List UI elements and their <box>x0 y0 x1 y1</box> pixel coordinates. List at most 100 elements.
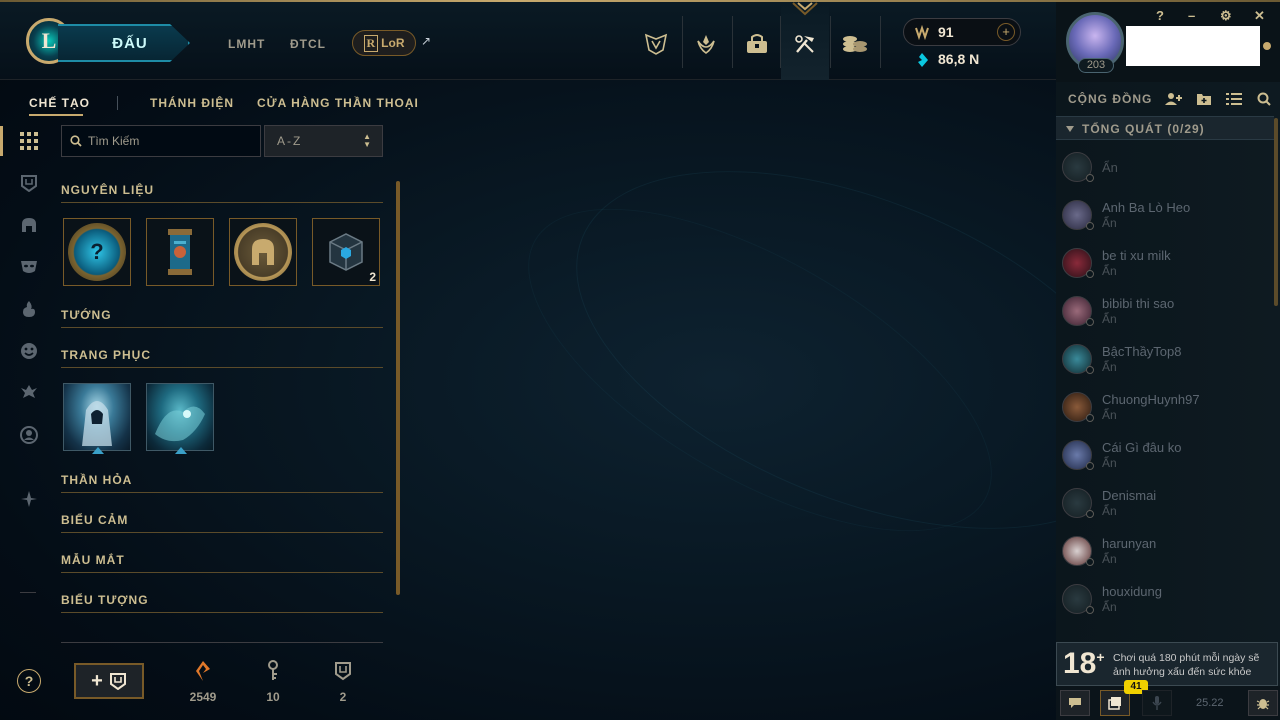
list-icon[interactable] <box>1224 90 1244 108</box>
loot-subnav: CHẾ TẠO THÁNH ĐIỆN CỬA HÀNG THẦN THOẠI <box>0 82 1056 122</box>
friend-status: Ẩn <box>1102 264 1117 278</box>
loot-tile-mystery[interactable]: ? <box>63 218 131 286</box>
profile-knob-icon <box>1263 42 1271 50</box>
store-icon[interactable] <box>835 24 875 64</box>
toolbar-separator <box>732 16 733 68</box>
search-box[interactable] <box>61 125 261 157</box>
friend-row[interactable]: bibibi thi sao Ẩn <box>1056 288 1268 336</box>
toolbar-separator <box>682 16 683 68</box>
friend-row[interactable]: harunyan Ẩn <box>1056 528 1268 576</box>
worlds-icon[interactable] <box>636 24 676 64</box>
settings-gear-icon[interactable]: ⚙ <box>1220 8 1232 24</box>
plus-label: + <box>91 669 103 692</box>
microphone-icon[interactable] <box>1142 690 1172 716</box>
minimize-button[interactable]: – <box>1188 8 1195 23</box>
social-search-icon[interactable] <box>1254 90 1274 108</box>
friend-group-general[interactable]: TỔNG QUÁT (0/29) <box>1056 116 1274 140</box>
friend-name: BậcThầyTop8 <box>1102 344 1182 359</box>
ranked-icon[interactable] <box>686 24 726 64</box>
nav-lmht[interactable]: LMHT <box>228 37 265 51</box>
friend-row[interactable]: Cái Gì đâu ko Ẩn <box>1056 432 1268 480</box>
chest-icon[interactable] <box>14 168 44 198</box>
friend-status: Ẩn <box>1102 600 1117 614</box>
skin-shard-1[interactable] <box>63 383 131 454</box>
mask-icon[interactable] <box>14 252 44 282</box>
section-champions[interactable]: TƯỚNG <box>61 308 383 328</box>
section-skins[interactable]: TRANG PHỤC <box>61 348 383 368</box>
loot-tile-helmet-token[interactable] <box>229 218 297 286</box>
collection-icon[interactable] <box>737 24 777 64</box>
toolbar-separator <box>830 16 831 68</box>
age-warning-text: Chơi quá 180 phút mỗi ngày sẽ ảnh hưởng … <box>1113 652 1260 678</box>
friend-row[interactable]: Ẩn <box>1056 144 1268 192</box>
loot-scrollbar[interactable] <box>396 181 400 595</box>
hooded-figure-art <box>82 401 112 446</box>
search-icon <box>70 135 82 147</box>
friend-name: harunyan <box>1102 536 1157 551</box>
shard-marker-icon <box>92 447 104 454</box>
status-dot-icon <box>1086 510 1094 518</box>
loot-tile-chest[interactable]: 2 <box>312 218 380 286</box>
add-loot-button[interactable]: + <box>74 663 144 699</box>
friend-row[interactable]: BậcThầyTop8 Ẩn <box>1056 336 1268 384</box>
status-dot-icon <box>1086 462 1094 470</box>
ward-icon[interactable] <box>14 378 44 408</box>
orange-essence-value: 2549 <box>189 690 217 704</box>
friend-status: Ẩn <box>1102 216 1117 230</box>
profile-icon-icon[interactable] <box>14 420 44 450</box>
skin-shard-2[interactable] <box>146 383 214 454</box>
play-button[interactable]: ĐẤU <box>58 24 190 62</box>
section-materials[interactable]: NGUYÊN LIỆU <box>61 183 383 203</box>
status-dot-icon <box>1086 174 1094 182</box>
helmet-icon[interactable] <box>14 210 44 240</box>
search-input[interactable] <box>88 134 238 148</box>
add-folder-icon[interactable] <box>1194 90 1214 108</box>
social-bottom-bar: 41 25.22 <box>1056 680 1280 720</box>
bug-report-icon[interactable] <box>1248 690 1278 716</box>
summoner-name-redacted <box>1126 26 1260 66</box>
friend-row[interactable]: ChuongHuynh97 Ẩn <box>1056 384 1268 432</box>
friend-row[interactable]: Anh Ba Lò Heo Ẩn <box>1056 192 1268 240</box>
nav-dtcl[interactable]: ĐTCL <box>290 37 326 51</box>
chat-bubble-icon[interactable] <box>1060 690 1090 716</box>
extra-category-icon[interactable] <box>14 484 44 514</box>
friend-row[interactable]: houxidung Ẩn <box>1056 576 1268 624</box>
section-emotes[interactable]: BIỂU CẢM <box>61 513 383 533</box>
loot-help-button[interactable]: ? <box>17 669 41 693</box>
client-window: L ĐẤU LMHT ĐTCL R LoR ↗ 91 + 86,8 N 203 … <box>0 0 1280 720</box>
lor-r-icon: R <box>363 34 379 52</box>
mystery-orb-icon: ? <box>68 223 126 281</box>
active-tab-underline <box>29 114 83 116</box>
footer-divider <box>61 642 383 643</box>
helmet-token-icon <box>234 223 292 281</box>
chest-icon <box>335 662 351 681</box>
section-icons[interactable]: BIỂU TƯỢNG <box>61 593 383 613</box>
lor-button[interactable]: R LoR <box>352 30 416 56</box>
flame-icon[interactable] <box>14 294 44 324</box>
loot-tile-capsule[interactable] <box>146 218 214 286</box>
emote-icon[interactable] <box>14 336 44 366</box>
friend-row[interactable]: Denismai Ẩn <box>1056 480 1268 528</box>
creature-art <box>155 406 205 442</box>
crafting-icon[interactable] <box>785 24 825 64</box>
sort-value: A-Z <box>277 134 303 148</box>
external-link-icon: ↗ <box>421 34 432 48</box>
friend-status: Ẩn <box>1102 360 1117 374</box>
social-panel: CỘNG ĐỒNG TỔNG QUÁT (0/29) Ẩn Anh Ba Lò … <box>1056 82 1280 720</box>
buy-rp-button[interactable]: + <box>997 23 1015 41</box>
tab-crafting[interactable]: CHẾ TẠO <box>29 96 90 110</box>
grid-icon[interactable] <box>14 126 44 156</box>
status-dot-icon <box>1086 558 1094 566</box>
tab-sanctum[interactable]: THÁNH ĐIỆN <box>150 96 234 110</box>
section-eyes[interactable]: MẪU MẮT <box>61 553 383 573</box>
lor-label: LoR <box>381 36 405 50</box>
add-friend-icon[interactable] <box>1164 90 1184 108</box>
section-wards[interactable]: THẦN HỎA <box>61 473 383 493</box>
sort-dropdown[interactable]: A-Z ▲ ▼ <box>264 125 383 157</box>
tab-mythic-shop[interactable]: CỬA HÀNG THẦN THOẠI <box>257 96 419 110</box>
close-button[interactable]: ✕ <box>1254 8 1265 24</box>
help-button[interactable]: ? <box>1156 8 1164 23</box>
status-dot-icon <box>1086 318 1094 326</box>
friend-row[interactable]: be ti xu milk Ẩn <box>1056 240 1268 288</box>
social-scrollbar[interactable] <box>1274 118 1278 306</box>
